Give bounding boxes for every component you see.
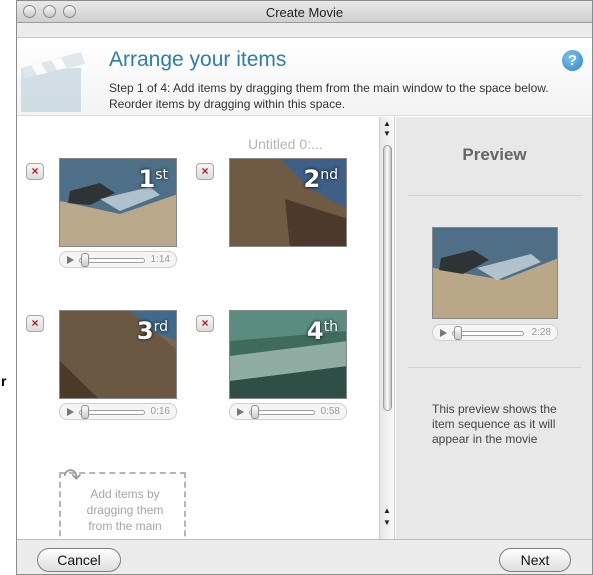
scrub-knob[interactable] [251, 405, 259, 419]
window-title: Create Movie [265, 5, 344, 20]
play-icon[interactable] [67, 408, 74, 416]
item-scrubber[interactable]: 0:16 [59, 403, 177, 420]
arrow-up-icon[interactable]: ▲ [383, 119, 391, 128]
preview-thumbnail[interactable] [432, 227, 558, 319]
create-movie-window: Create Movie Arrange your items Step 1 o… [16, 0, 593, 575]
preview-pane: Preview 2:28 This preview shows the item… [396, 117, 592, 540]
next-button[interactable]: Next [499, 548, 571, 572]
preview-duration: 2:28 [531, 327, 551, 338]
play-icon[interactable] [237, 408, 244, 416]
play-icon[interactable] [440, 329, 447, 337]
item-duration: 0:16 [150, 406, 170, 417]
vertical-scrollbar[interactable]: ▲ ▼ ▲ ▼ [379, 117, 395, 540]
item-ordinal: 3rd [136, 317, 168, 345]
drop-zone[interactable]: ↷ Add items by dragging them from the ma… [59, 464, 186, 540]
beach-image [433, 228, 557, 318]
remove-item-button[interactable]: × [196, 163, 214, 180]
item-scrubber[interactable]: 0:58 [229, 403, 347, 420]
preview-scrubber[interactable]: 2:28 [432, 324, 558, 341]
clapperboard-icon [21, 52, 85, 112]
page-title: Arrange your items [109, 48, 287, 71]
arrow-down-icon[interactable]: ▼ [383, 518, 391, 527]
movie-item[interactable]: × 2nd [187, 158, 357, 278]
preview-note: This preview shows the item sequence as … [432, 402, 557, 446]
item-duration: 1:14 [150, 254, 170, 265]
item-scrubber[interactable]: 1:14 [59, 251, 177, 268]
arrange-area[interactable]: Untitled 0:... × 1st 1:14 × 2nd × 3rd 0:… [17, 117, 379, 540]
remove-item-button[interactable]: × [196, 315, 214, 332]
preview-title: Preview [462, 145, 527, 164]
item-thumbnail[interactable]: 4th [229, 310, 347, 399]
item-ordinal: 4th [306, 317, 338, 345]
scrub-knob[interactable] [81, 253, 89, 267]
movie-item[interactable]: × 1st 1:14 [17, 158, 187, 278]
content-area: Arrange your items Step 1 of 4: Add item… [17, 37, 592, 540]
left-mark: r [1, 373, 7, 389]
item-thumbnail[interactable]: 2nd [229, 158, 347, 247]
title-bar: Create Movie [17, 1, 592, 23]
footer: Cancel Next [17, 539, 592, 574]
cancel-button[interactable]: Cancel [37, 548, 121, 572]
remove-item-button[interactable]: × [26, 315, 44, 332]
item-ordinal: 2nd [303, 165, 338, 193]
play-icon[interactable] [67, 256, 74, 264]
header: Arrange your items Step 1 of 4: Add item… [17, 38, 592, 116]
movie-item[interactable]: × 3rd 0:16 [17, 310, 187, 430]
item-thumbnail[interactable]: 1st [59, 158, 177, 247]
remove-item-button[interactable]: × [26, 163, 44, 180]
help-icon[interactable]: ? [562, 50, 583, 71]
scrub-knob[interactable] [454, 326, 462, 340]
scrub-knob[interactable] [81, 405, 89, 419]
untitled-label: Untitled 0:... [248, 136, 323, 152]
item-ordinal: 1st [138, 165, 169, 193]
item-thumbnail[interactable]: 3rd [59, 310, 177, 399]
arrow-up-icon[interactable]: ▲ [383, 506, 391, 515]
item-duration: 0:58 [320, 406, 340, 417]
arrow-down-icon[interactable]: ▼ [383, 129, 391, 138]
divider [408, 195, 581, 196]
drop-zone-text: Add items by dragging them from the main [86, 487, 164, 533]
divider [408, 367, 581, 368]
step-instructions: Step 1 of 4: Add items by dragging them … [109, 81, 549, 111]
scrub-track[interactable] [452, 331, 524, 336]
scrollbar-thumb[interactable] [383, 145, 392, 411]
movie-item[interactable]: × 4th 0:58 [187, 310, 357, 430]
